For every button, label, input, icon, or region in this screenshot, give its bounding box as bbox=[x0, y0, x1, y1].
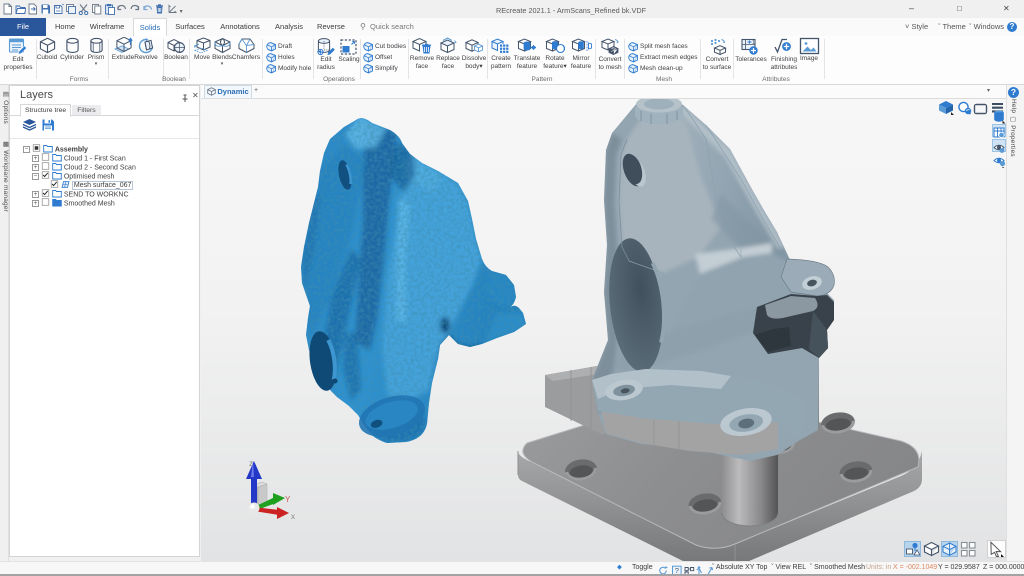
svg-text:x: x bbox=[291, 512, 295, 521]
svg-text:z: z bbox=[249, 459, 253, 468]
svg-text:1: 1 bbox=[752, 40, 755, 46]
svg-text:Y: Y bbox=[285, 495, 291, 504]
